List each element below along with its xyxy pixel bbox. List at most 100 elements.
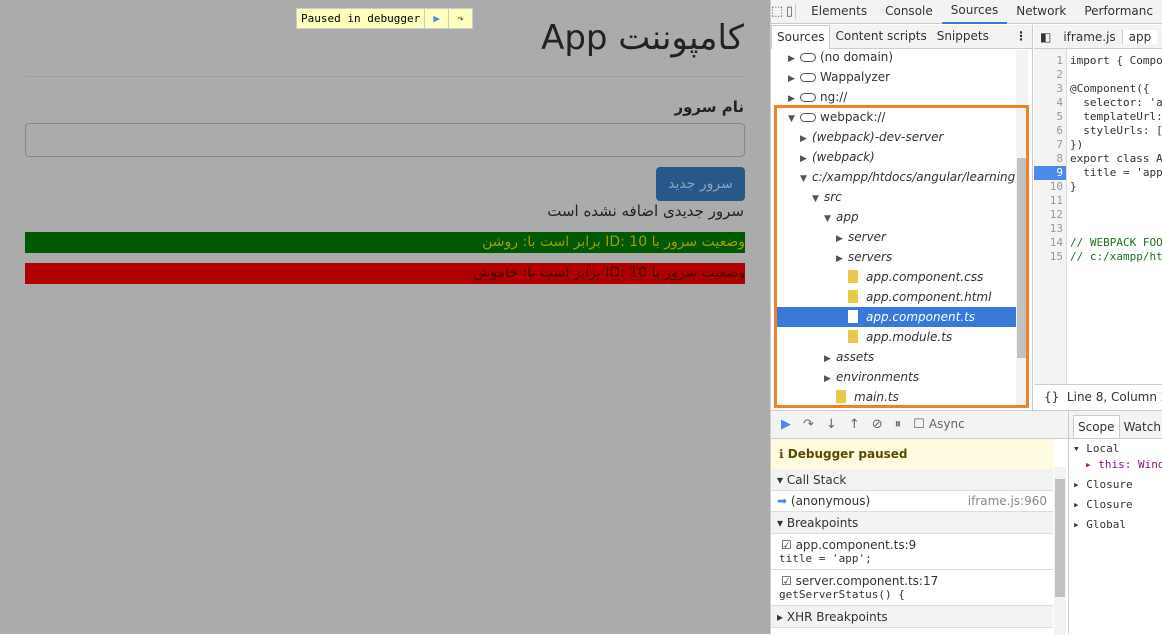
tree-item[interactable]: app.module.ts — [774, 327, 1016, 347]
cloud-icon — [800, 113, 816, 122]
breakpoint-item[interactable]: ☑ server.component.ts:17 getServerStatus(… — [771, 570, 1053, 606]
call-stack-header[interactable]: ▾ Call Stack — [771, 469, 1053, 491]
collapsed-arrow-icon[interactable]: ▶ — [824, 349, 836, 369]
line-number[interactable]: 13 — [1034, 222, 1066, 236]
tree-item[interactable]: ▶ Wappalyzer — [774, 67, 1016, 87]
scope-global[interactable]: ▸ Global — [1069, 515, 1162, 535]
pause-on-exceptions-icon[interactable]: ⏸ — [895, 417, 902, 432]
code-line[interactable]: export class A — [1070, 152, 1162, 166]
server-name-input[interactable] — [25, 123, 745, 157]
navigator-pane: Sources Content scripts Snippets ⋮ ▶ (no … — [771, 24, 1033, 410]
collapsed-arrow-icon[interactable]: ▶ — [836, 249, 848, 269]
collapsed-arrow-icon[interactable]: ▶ — [800, 149, 812, 169]
more-icon[interactable]: ⋮ — [1010, 25, 1032, 48]
tab-scope[interactable]: Scope — [1073, 415, 1120, 438]
tree-item[interactable]: ▶ (webpack) — [774, 147, 1016, 167]
inspect-icon[interactable]: ⬚ — [771, 4, 783, 19]
step-into-icon[interactable]: ↓ — [826, 417, 837, 432]
step-over-icon[interactable]: ↷ — [803, 417, 814, 432]
tree-item[interactable]: ▼ c:/xampp/htdocs/angular/learning — [774, 167, 1016, 187]
tree-item[interactable]: app.component.ts — [774, 307, 1016, 327]
breakpoint-item[interactable]: ☑ app.component.ts:9 title = 'app'; — [771, 534, 1053, 570]
tree-item[interactable]: ▶ environments — [774, 367, 1016, 387]
collapsed-arrow-icon[interactable]: ▶ — [788, 49, 800, 69]
code-line[interactable]: }) — [1070, 138, 1083, 152]
collapsed-arrow-icon[interactable]: ▶ — [788, 89, 800, 109]
add-server-button[interactable]: سرور جدید — [656, 167, 745, 201]
collapsed-arrow-icon[interactable]: ▶ — [824, 369, 836, 389]
scope-closure[interactable]: ▸ Closure — [1069, 475, 1162, 495]
file-icon — [848, 270, 858, 283]
line-number[interactable]: 5 — [1034, 110, 1066, 124]
code-line[interactable]: styleUrls: [ — [1070, 124, 1162, 138]
tab-network[interactable]: Network — [1007, 0, 1075, 23]
breakpoints-header[interactable]: ▾ Breakpoints — [771, 512, 1053, 534]
tree-item[interactable]: ▶ servers — [774, 247, 1016, 267]
tree-item[interactable]: ▶ (webpack)-dev-server — [774, 127, 1016, 147]
line-number[interactable]: 11 — [1034, 194, 1066, 208]
line-number[interactable]: 8 — [1034, 152, 1066, 166]
tab-console[interactable]: Console — [876, 0, 942, 23]
expanded-arrow-icon[interactable]: ▼ — [824, 209, 836, 229]
breakpoint-line-number[interactable]: 9 — [1034, 166, 1066, 180]
page-viewport: Paused in debugger ▶ ↷ کامپوننت App نام … — [0, 0, 770, 634]
sidebar-scrollbar[interactable] — [1054, 467, 1066, 635]
nav-tab-snippets[interactable]: Snippets — [932, 25, 994, 48]
expanded-arrow-icon[interactable]: ▼ — [788, 109, 800, 129]
tree-item[interactable]: main.ts — [774, 387, 1016, 407]
line-number[interactable]: 1 — [1034, 54, 1066, 68]
tree-item[interactable]: app.component.html — [774, 287, 1016, 307]
line-number[interactable]: 12 — [1034, 208, 1066, 222]
editor-tab-app[interactable]: app — [1121, 29, 1158, 44]
line-number[interactable]: 4 — [1034, 96, 1066, 110]
tree-item[interactable]: app.component.css — [774, 267, 1016, 287]
tree-item[interactable]: ▶ server — [774, 227, 1016, 247]
async-checkbox[interactable]: ☐ Async — [913, 417, 965, 432]
line-number[interactable]: 2 — [1034, 68, 1066, 82]
tab-elements[interactable]: Elements — [802, 0, 876, 23]
line-number[interactable]: 14 — [1034, 236, 1066, 250]
deactivate-breakpoints-icon[interactable]: ⊘ — [872, 417, 883, 432]
code-line[interactable]: // c:/xampp/ht — [1070, 250, 1162, 264]
xhr-breakpoints-header[interactable]: ▸ XHR Breakpoints — [771, 606, 1053, 628]
resume-icon[interactable]: ▶ — [781, 417, 791, 432]
tab-watch[interactable]: Watch — [1120, 416, 1162, 438]
expanded-arrow-icon[interactable]: ▼ — [812, 189, 824, 209]
device-toggle-icon[interactable]: ▯ — [783, 4, 797, 19]
code-line[interactable]: title = 'app — [1070, 166, 1162, 180]
tab-sources[interactable]: Sources — [941, 0, 1008, 24]
code-line[interactable]: selector: 'a — [1070, 96, 1162, 110]
tree-item[interactable]: ▶ (no domain) — [774, 47, 1016, 67]
editor-tab-iframe[interactable]: iframe.js — [1057, 30, 1121, 44]
code-line[interactable]: templateUrl: — [1070, 110, 1162, 124]
tree-scrollbar[interactable] — [1016, 50, 1028, 405]
line-number[interactable]: 7 — [1034, 138, 1066, 152]
code-line[interactable]: } — [1070, 180, 1077, 194]
code-line[interactable]: import { Compo — [1070, 54, 1162, 68]
expanded-arrow-icon[interactable]: ▼ — [800, 169, 812, 189]
tree-item[interactable]: ▶ assets — [774, 347, 1016, 367]
line-number[interactable]: 10 — [1034, 180, 1066, 194]
step-over-icon[interactable]: ↷ — [448, 9, 472, 28]
tree-item[interactable]: ▼ app — [774, 207, 1016, 227]
collapsed-arrow-icon[interactable]: ▶ — [800, 129, 812, 149]
tree-item[interactable]: ▼ src — [774, 187, 1016, 207]
nav-tab-sources[interactable]: Sources — [771, 24, 831, 49]
tree-item[interactable]: ▼ webpack:// — [774, 107, 1016, 127]
resume-icon[interactable]: ▶ — [424, 9, 448, 28]
line-number[interactable]: 6 — [1034, 124, 1066, 138]
tree-item[interactable]: ▶ ng:// — [774, 87, 1016, 107]
toggle-navigator-icon[interactable]: ◧ — [1034, 30, 1057, 44]
scope-closure[interactable]: ▸ Closure — [1069, 495, 1162, 515]
code-line[interactable]: @Component({ — [1070, 82, 1149, 96]
nav-tab-content-scripts[interactable]: Content scripts — [830, 25, 931, 48]
pretty-print-icon[interactable]: {} — [1044, 390, 1059, 404]
line-number[interactable]: 3 — [1034, 82, 1066, 96]
code-line[interactable]: // WEBPACK FOO — [1070, 236, 1162, 250]
collapsed-arrow-icon[interactable]: ▶ — [836, 229, 848, 249]
collapsed-arrow-icon[interactable]: ▶ — [788, 69, 800, 89]
step-out-icon[interactable]: ↑ — [849, 417, 860, 432]
line-number[interactable]: 15 — [1034, 250, 1066, 264]
call-frame[interactable]: ➡ (anonymous) iframe.js:960 — [771, 491, 1053, 512]
tab-performance[interactable]: Performanc — [1075, 0, 1162, 23]
